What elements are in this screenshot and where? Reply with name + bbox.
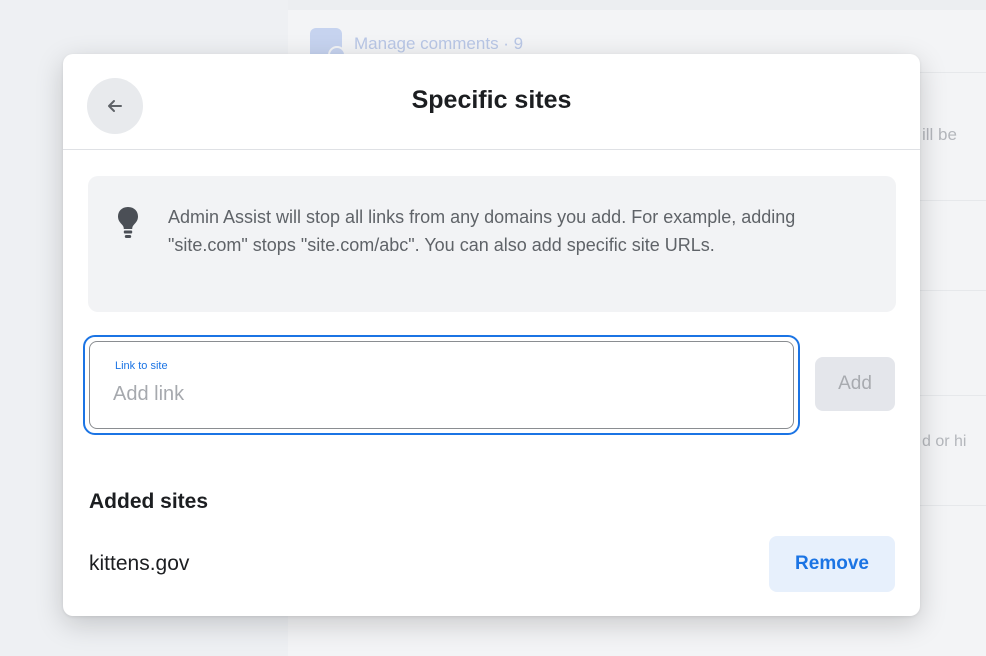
- added-sites-heading: Added sites: [89, 490, 209, 513]
- back-button[interactable]: [87, 78, 143, 134]
- background-header-text: Manage comments · 9: [354, 34, 524, 53]
- site-name: kittens.gov: [89, 552, 190, 575]
- lightbulb-icon: [118, 207, 138, 238]
- background-text-snippet: d or hi: [922, 433, 967, 450]
- remove-site-button[interactable]: Remove: [769, 536, 895, 592]
- add-button[interactable]: Add: [815, 357, 895, 411]
- link-field-label: Link to site: [115, 360, 168, 372]
- dialog-header: Specific sites: [63, 54, 920, 150]
- specific-sites-dialog: Specific sites Admin Assist will stop al…: [63, 54, 920, 616]
- link-to-site-field[interactable]: Link to site: [83, 335, 800, 435]
- dialog-title: Specific sites: [411, 86, 572, 114]
- info-text: Admin Assist will stop all links from an…: [168, 207, 796, 255]
- info-notice: Admin Assist will stop all links from an…: [88, 176, 896, 312]
- arrow-left-icon: [108, 100, 122, 112]
- add-link-input[interactable]: [113, 379, 763, 409]
- background-text-snippet: ill be: [922, 125, 957, 144]
